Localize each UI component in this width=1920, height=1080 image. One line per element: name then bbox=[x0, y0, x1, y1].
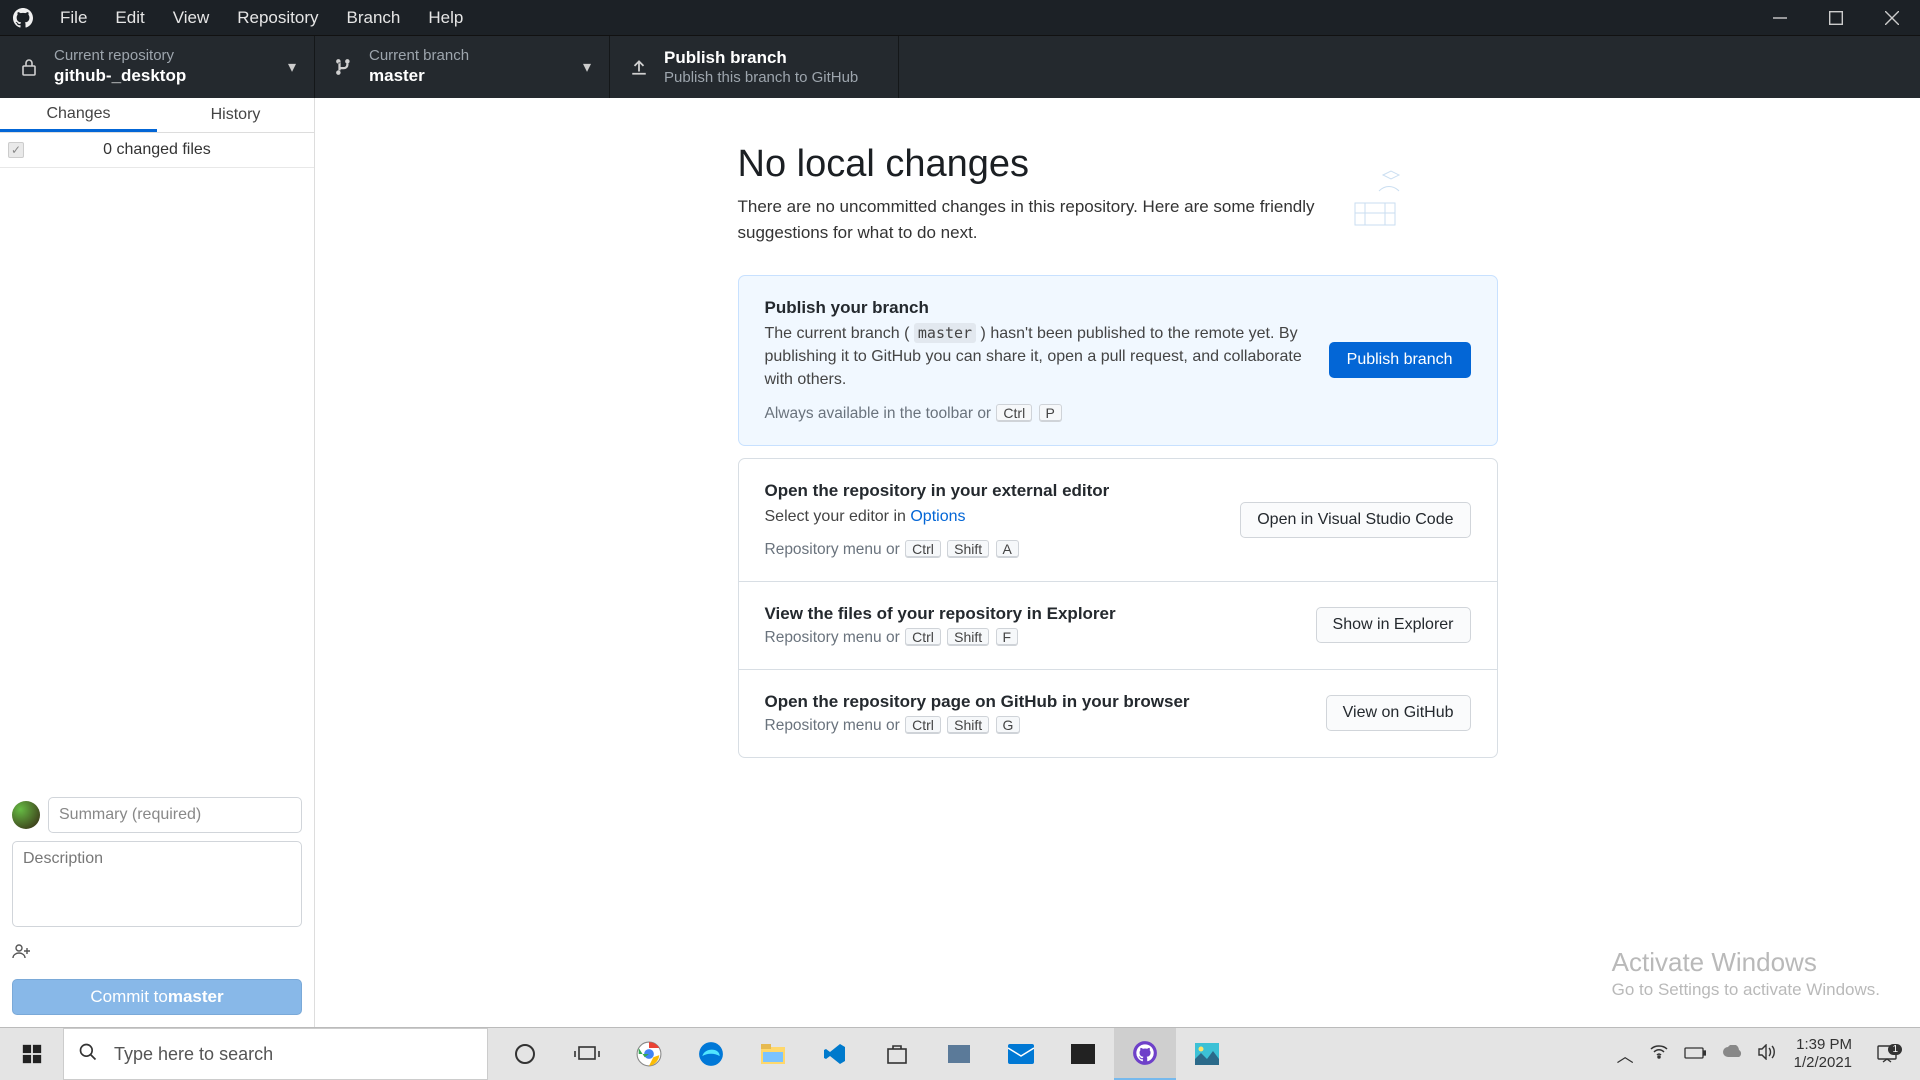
maximize-button[interactable] bbox=[1808, 0, 1864, 35]
commit-summary-input[interactable] bbox=[48, 797, 302, 833]
tray-chevron-icon[interactable]: ︿ bbox=[1609, 1042, 1642, 1067]
tab-history[interactable]: History bbox=[157, 98, 314, 132]
toolbar: Current repository github-_desktop ▾ Cur… bbox=[0, 35, 1920, 98]
taskbar: Type here to search ︿ 1:39 PM 1/2/2021 1 bbox=[0, 1027, 1920, 1080]
commit-description-input[interactable] bbox=[12, 841, 302, 927]
app-icon-1[interactable] bbox=[928, 1028, 990, 1080]
onedrive-icon[interactable] bbox=[1714, 1044, 1750, 1064]
avatar bbox=[12, 801, 40, 829]
publish-card: Publish your branch The current branch (… bbox=[738, 275, 1498, 446]
current-branch-selector[interactable]: Current branch master ▾ bbox=[315, 36, 610, 98]
sidebar-tabs: Changes History bbox=[0, 98, 314, 133]
volume-icon[interactable] bbox=[1750, 1044, 1784, 1065]
cortana-icon[interactable] bbox=[494, 1028, 556, 1080]
repo-name: github-_desktop bbox=[54, 65, 186, 87]
options-link[interactable]: Options bbox=[910, 508, 965, 525]
branch-icon bbox=[333, 57, 355, 77]
search-icon bbox=[78, 1042, 98, 1067]
start-button[interactable] bbox=[0, 1028, 63, 1080]
editor-card-hint: Repository menu or Ctrl Shift A bbox=[765, 540, 1217, 559]
photos-icon[interactable] bbox=[1176, 1028, 1238, 1080]
explorer-icon[interactable] bbox=[742, 1028, 804, 1080]
edge-icon[interactable] bbox=[680, 1028, 742, 1080]
github-desktop-taskbar-icon[interactable] bbox=[1114, 1028, 1176, 1080]
search-placeholder: Type here to search bbox=[114, 1044, 273, 1065]
task-view-icon[interactable] bbox=[556, 1028, 618, 1080]
github-card-title: Open the repository page on GitHub in yo… bbox=[765, 692, 1302, 712]
explorer-card: View the files of your repository in Exp… bbox=[739, 582, 1497, 670]
system-tray: ︿ 1:39 PM 1/2/2021 1 bbox=[1609, 1028, 1920, 1080]
explorer-card-title: View the files of your repository in Exp… bbox=[765, 604, 1292, 624]
open-editor-button[interactable]: Open in Visual Studio Code bbox=[1240, 502, 1470, 538]
main-panel: No local changes There are no uncommitte… bbox=[315, 98, 1920, 1027]
editor-card: Open the repository in your external edi… bbox=[739, 459, 1497, 582]
wifi-icon[interactable] bbox=[1642, 1044, 1676, 1064]
taskbar-clock[interactable]: 1:39 PM 1/2/2021 bbox=[1784, 1036, 1862, 1072]
taskbar-search[interactable]: Type here to search bbox=[63, 1028, 488, 1080]
terminal-icon[interactable] bbox=[1052, 1028, 1114, 1080]
menu-view[interactable]: View bbox=[159, 0, 224, 35]
upload-icon bbox=[628, 58, 650, 76]
minimize-button[interactable] bbox=[1752, 0, 1808, 35]
store-icon[interactable] bbox=[866, 1028, 928, 1080]
github-card: Open the repository page on GitHub in yo… bbox=[739, 670, 1497, 757]
branch-name: master bbox=[369, 65, 469, 87]
tab-changes[interactable]: Changes bbox=[0, 98, 157, 132]
chevron-down-icon: ▾ bbox=[288, 57, 296, 77]
menu-help[interactable]: Help bbox=[414, 0, 477, 35]
publish-label: Publish branch bbox=[664, 47, 858, 69]
titlebar: File Edit View Repository Branch Help bbox=[0, 0, 1920, 35]
commit-button-prefix: Commit to bbox=[90, 987, 167, 1007]
github-card-hint: Repository menu or Ctrl Shift G bbox=[765, 716, 1302, 735]
lock-icon bbox=[18, 58, 40, 76]
view-on-github-button[interactable]: View on GitHub bbox=[1326, 695, 1471, 731]
publish-branch-button[interactable]: Publish branch bbox=[1329, 342, 1471, 378]
show-in-explorer-button[interactable]: Show in Explorer bbox=[1316, 607, 1471, 643]
commit-button-branch: master bbox=[168, 987, 224, 1007]
publish-sub: Publish this branch to GitHub bbox=[664, 69, 858, 87]
commit-button[interactable]: Commit to master bbox=[12, 979, 302, 1015]
battery-icon[interactable] bbox=[1676, 1044, 1714, 1064]
vscode-icon[interactable] bbox=[804, 1028, 866, 1080]
menu-edit[interactable]: Edit bbox=[101, 0, 158, 35]
changed-files-header: ✓ 0 changed files bbox=[0, 133, 314, 168]
sidebar: Changes History ✓ 0 changed files Commit… bbox=[0, 98, 315, 1027]
menu-branch[interactable]: Branch bbox=[333, 0, 415, 35]
commit-form: Commit to master bbox=[0, 785, 314, 1027]
branch-label: Current branch bbox=[369, 47, 469, 65]
editor-card-desc: Select your editor in Options bbox=[765, 505, 1217, 528]
publish-branch-toolbar-button[interactable]: Publish branch Publish this branch to Gi… bbox=[610, 36, 899, 98]
github-logo-icon bbox=[10, 5, 36, 31]
page-subtitle: There are no uncommitted changes in this… bbox=[738, 194, 1358, 245]
explorer-card-hint: Repository menu or Ctrl Shift F bbox=[765, 628, 1292, 647]
current-repository-selector[interactable]: Current repository github-_desktop ▾ bbox=[0, 36, 315, 98]
menu-file[interactable]: File bbox=[46, 0, 101, 35]
empty-state-illustration-icon bbox=[1335, 155, 1415, 235]
editor-card-title: Open the repository in your external edi… bbox=[765, 481, 1217, 501]
chrome-icon[interactable] bbox=[618, 1028, 680, 1080]
publish-card-desc: The current branch ( master ) hasn't bee… bbox=[765, 322, 1305, 392]
publish-card-title: Publish your branch bbox=[765, 298, 1305, 318]
changed-files-count: 0 changed files bbox=[36, 141, 314, 159]
menu-repository[interactable]: Repository bbox=[223, 0, 332, 35]
repo-label: Current repository bbox=[54, 47, 186, 65]
notifications-icon[interactable]: 1 bbox=[1862, 1045, 1912, 1063]
select-all-checkbox[interactable]: ✓ bbox=[8, 142, 24, 158]
publish-card-hint: Always available in the toolbar or Ctrl … bbox=[765, 404, 1305, 423]
add-coauthor-icon[interactable] bbox=[12, 942, 302, 965]
close-button[interactable] bbox=[1864, 0, 1920, 35]
windows-activation-watermark: Activate Windows Go to Settings to activ… bbox=[1612, 947, 1880, 1000]
mail-icon[interactable] bbox=[990, 1028, 1052, 1080]
chevron-down-icon: ▾ bbox=[583, 57, 591, 77]
